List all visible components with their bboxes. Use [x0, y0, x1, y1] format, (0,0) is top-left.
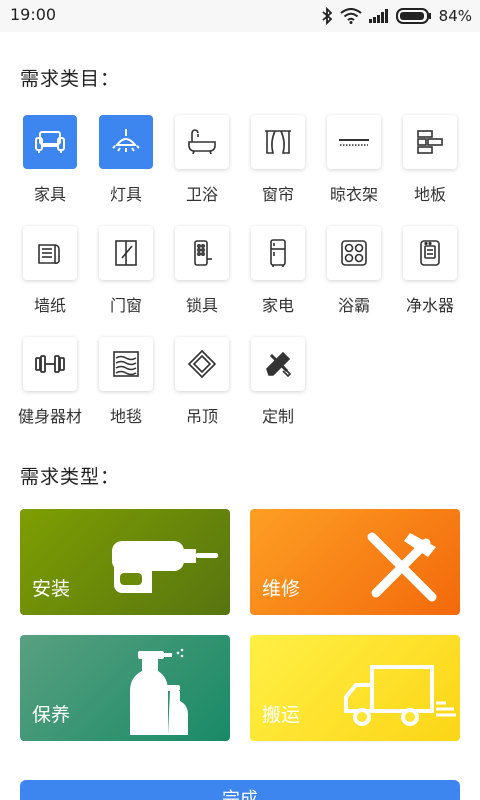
bath-heater-icon: [327, 226, 381, 280]
drying-rack-icon: [327, 115, 381, 169]
submit-button[interactable]: 完成: [20, 780, 460, 800]
category-curtain[interactable]: 窗帘: [240, 115, 316, 205]
wallpaper-roll-icon: [23, 226, 77, 280]
category-label: 墙纸: [33, 296, 66, 315]
category-flooring[interactable]: 地板: [392, 115, 468, 205]
category-label: 窗帘: [261, 185, 294, 204]
category-appliances[interactable]: 家电: [240, 226, 316, 316]
type-card-install[interactable]: 安装: [20, 509, 230, 615]
category-custom[interactable]: 定制: [240, 337, 316, 427]
category-bath-heater[interactable]: 浴霸: [316, 226, 392, 316]
status-bar: 19:00 84%: [0, 0, 480, 32]
bluetooth-icon: [321, 7, 333, 25]
category-ceiling[interactable]: 吊顶: [164, 337, 240, 427]
ceiling-panel-icon: [175, 337, 229, 391]
category-section-title: 需求类目：: [20, 68, 121, 90]
category-label: 灯具: [109, 185, 142, 204]
refrigerator-icon: [251, 226, 305, 280]
floor-board-icon: [403, 115, 457, 169]
category-carpet[interactable]: 地毯: [88, 337, 164, 427]
type-section-title: 需求类型：: [20, 466, 121, 488]
category-furniture[interactable]: 家具: [12, 115, 88, 205]
category-label: 地板: [413, 185, 446, 204]
curtain-icon: [251, 115, 305, 169]
spray-bottles-icon: [130, 648, 188, 735]
type-card-moving[interactable]: 搬运: [250, 635, 460, 741]
door-window-icon: [99, 226, 153, 280]
battery-icon: [395, 8, 432, 24]
design-tools-icon: [251, 337, 305, 391]
signal-icon: [368, 9, 389, 23]
category-label: 晾衣架: [329, 185, 378, 204]
category-label: 家具: [33, 185, 66, 204]
category-label: 健身器材: [17, 407, 82, 426]
ceiling-lamp-icon: [99, 115, 153, 169]
type-card-repair[interactable]: 维修: [250, 509, 460, 615]
water-purifier-icon: [403, 226, 457, 280]
type-label: 安装: [32, 578, 71, 600]
type-label: 搬运: [262, 704, 301, 726]
drill-icon: [112, 541, 218, 593]
category-drying-rack[interactable]: 晾衣架: [316, 115, 392, 205]
category-fitness[interactable]: 健身器材: [12, 337, 88, 427]
category-label: 吊顶: [185, 407, 218, 426]
smart-lock-icon: [175, 226, 229, 280]
type-label: 保养: [32, 704, 71, 726]
category-doors-windows[interactable]: 门窗: [88, 226, 164, 316]
category-water-purifier[interactable]: 净水器: [392, 226, 468, 316]
bathtub-icon: [175, 115, 229, 169]
status-time: 19:00: [10, 5, 57, 24]
hammer-screwdriver-icon: [367, 532, 437, 602]
category-label: 家电: [261, 296, 294, 315]
category-label: 地毯: [109, 407, 142, 426]
status-indicators: 84%: [321, 4, 472, 28]
category-label: 门窗: [109, 296, 142, 315]
category-lighting[interactable]: 灯具: [88, 115, 164, 205]
carpet-icon: [99, 337, 153, 391]
dumbbell-icon: [23, 337, 77, 391]
battery-percent: 84%: [438, 7, 472, 25]
truck-icon: [344, 665, 456, 726]
category-label: 净水器: [405, 296, 454, 315]
category-label: 浴霸: [337, 296, 370, 315]
type-card-maintenance[interactable]: 保养: [20, 635, 230, 741]
category-label: 定制: [261, 407, 294, 426]
category-label: 锁具: [185, 296, 218, 315]
type-label: 维修: [262, 578, 301, 600]
category-bathroom[interactable]: 卫浴: [164, 115, 240, 205]
wifi-icon: [340, 8, 362, 24]
sofa-icon: [23, 115, 77, 169]
category-locks[interactable]: 锁具: [164, 226, 240, 316]
category-wallpaper[interactable]: 墙纸: [12, 226, 88, 316]
category-label: 卫浴: [185, 185, 218, 204]
